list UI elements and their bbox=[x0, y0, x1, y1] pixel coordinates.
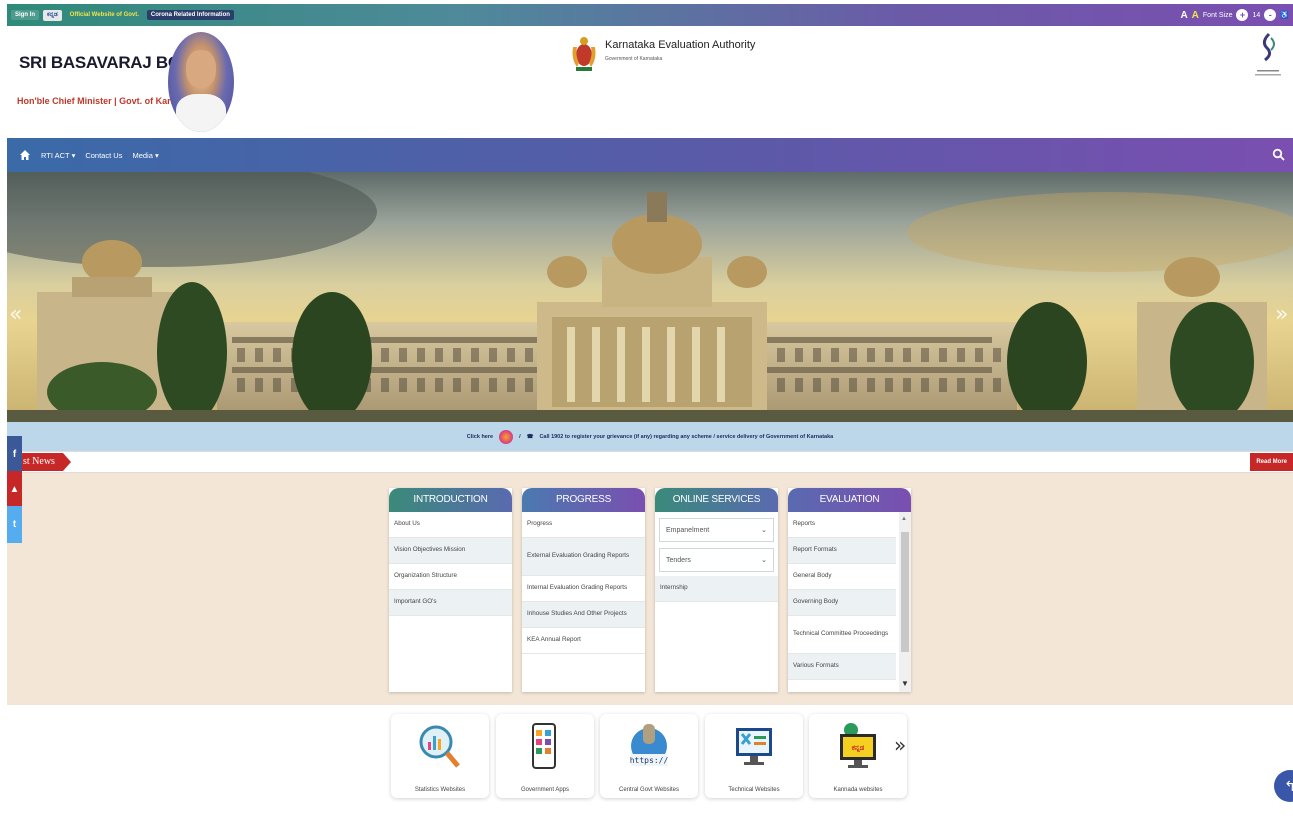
nav-rti-act[interactable]: RTI ACT ▾ bbox=[41, 151, 75, 160]
card-link-vision[interactable]: Vision Objectives Mission bbox=[389, 538, 512, 564]
card-link-report-formats[interactable]: Report Formats bbox=[788, 538, 896, 564]
scroll-up-icon[interactable]: ▲ bbox=[901, 516, 907, 522]
grievance-app-icon[interactable] bbox=[499, 429, 514, 444]
font-size-label: Font Size bbox=[1202, 11, 1233, 19]
click-here-link[interactable]: Click here bbox=[467, 434, 493, 440]
tile-central-govt-websites[interactable]: https:// Central Govt Websites bbox=[600, 714, 698, 798]
evaluation-scrollbar[interactable]: ▲ ▼ bbox=[899, 512, 911, 692]
nav-contact-us[interactable]: Contact Us bbox=[85, 151, 122, 160]
progress-card: PROGRESS Progress External Evaluation Gr… bbox=[522, 488, 645, 692]
tenders-dropdown[interactable]: Tenders ⌄ bbox=[659, 548, 774, 572]
kea-title: Karnataka Evaluation Authority bbox=[605, 39, 756, 51]
home-icon[interactable] bbox=[19, 149, 31, 161]
card-link-governing-body[interactable]: Governing Body bbox=[788, 590, 896, 616]
chevron-down-icon: ⌄ bbox=[761, 557, 767, 564]
https-globe-icon: https:// bbox=[630, 724, 669, 766]
empanelment-label: Empanelment bbox=[666, 526, 710, 534]
search-icon[interactable] bbox=[1272, 148, 1285, 161]
card-link-about-us[interactable]: About Us bbox=[389, 512, 512, 538]
hero-banner: « » bbox=[7, 172, 1293, 422]
monitor-tools-icon bbox=[736, 728, 772, 765]
news-ticker: st News Read More bbox=[7, 451, 1293, 473]
card-link-internship[interactable]: Internship bbox=[655, 576, 778, 602]
tile-government-apps[interactable]: Government Apps bbox=[496, 714, 594, 798]
font-decrease-button[interactable]: - bbox=[1264, 9, 1277, 21]
evaluation-header: EVALUATION bbox=[788, 488, 911, 512]
tile-label: Technical Websites bbox=[728, 787, 780, 793]
evaluation-card: EVALUATION Reports Report Formats Genera… bbox=[788, 488, 911, 692]
card-link-important-gos[interactable]: Important GO's bbox=[389, 590, 512, 616]
kannada-language-link[interactable]: ಕನ್ನಡ bbox=[43, 9, 62, 21]
font-size-controls: A A Font Size + 14 - ♿ bbox=[1180, 9, 1289, 21]
main-content-panel bbox=[7, 473, 1293, 705]
card-link-inhouse-studies[interactable]: Inhouse Studies And Other Projects bbox=[522, 602, 645, 628]
tile-label: Government Apps bbox=[520, 787, 570, 793]
kea-logo-icon bbox=[1255, 32, 1281, 76]
contrast-normal-button[interactable]: A bbox=[1180, 10, 1187, 21]
twitter-icon[interactable]: t bbox=[7, 506, 22, 543]
online-services-header: ONLINE SERVICES bbox=[655, 488, 778, 512]
top-utility-bar: Sign In ಕನ್ನಡ Official Website of Govt. … bbox=[7, 4, 1293, 26]
card-link-progress[interactable]: Progress bbox=[522, 512, 645, 538]
official-website-link[interactable]: Official Website of Govt. bbox=[66, 10, 143, 20]
card-link-organization[interactable]: Organization Structure bbox=[389, 564, 512, 590]
card-link-reports[interactable]: Reports bbox=[788, 512, 896, 538]
carousel-next-button[interactable]: » bbox=[894, 733, 906, 757]
card-link-various-formats[interactable]: Various Formats bbox=[788, 654, 896, 680]
kannada-tile-text: ಕನ್ನಡ bbox=[852, 744, 865, 753]
tile-statistics-websites[interactable]: Statistics Websites bbox=[391, 714, 489, 798]
phone-icon: ☎ bbox=[526, 433, 534, 440]
statistics-icon bbox=[419, 725, 460, 768]
cm-photo bbox=[168, 32, 234, 132]
accessibility-icon[interactable]: ♿ bbox=[1280, 11, 1289, 19]
kannada-monitor-icon: ಕನ್ನಡ bbox=[840, 723, 876, 768]
font-increase-button[interactable]: + bbox=[1236, 9, 1249, 21]
read-more-button[interactable]: Read More bbox=[1250, 453, 1293, 471]
introduction-card: INTRODUCTION About Us Vision Objectives … bbox=[389, 488, 512, 692]
tile-technical-websites[interactable]: Technical Websites bbox=[705, 714, 803, 798]
nav-media[interactable]: Media ▾ bbox=[132, 151, 158, 160]
corona-info-link[interactable]: Corona Related Information bbox=[146, 10, 234, 20]
kea-subtitle: Government of Karnataka bbox=[605, 56, 663, 62]
card-link-annual-report[interactable]: KEA Annual Report bbox=[522, 628, 645, 654]
font-size-value: 14 bbox=[1252, 11, 1261, 19]
sign-in-link[interactable]: Sign In bbox=[11, 10, 39, 20]
contrast-high-button[interactable]: A bbox=[1192, 10, 1199, 21]
introduction-header: INTRODUCTION bbox=[389, 488, 512, 512]
card-link-technical-committee[interactable]: Technical Committee Proceedings bbox=[788, 616, 896, 654]
mobile-apps-icon bbox=[532, 723, 556, 769]
online-services-card: ONLINE SERVICES Empanelment ⌄ Tenders ⌄ In… bbox=[655, 488, 778, 692]
back-to-top-icon[interactable]: ↰ bbox=[1274, 770, 1293, 802]
tile-kannada-websites[interactable]: ಕನ್ನಡ Kannada websites bbox=[809, 714, 907, 798]
grievance-strip: Click here / ☎ Call 1902 to register you… bbox=[7, 422, 1293, 451]
banner-prev-button[interactable]: « bbox=[9, 302, 22, 327]
site-header: SRI BASAVARAJ BOMMAI Hon'ble Chief Minis… bbox=[7, 26, 1293, 138]
grievance-call-text: Call 1902 to register your grievance (if… bbox=[539, 433, 834, 440]
tenders-label: Tenders bbox=[666, 556, 691, 564]
tile-label: Kannada websites bbox=[833, 787, 883, 793]
grievance-separator: / bbox=[519, 433, 521, 440]
tile-label: Central Govt Websites bbox=[619, 787, 679, 793]
youtube-icon[interactable]: ▲ bbox=[7, 471, 22, 508]
card-link-internal-grading[interactable]: Internal Evaluation Grading Reports bbox=[522, 576, 645, 602]
empanelment-dropdown[interactable]: Empanelment ⌄ bbox=[659, 518, 774, 542]
main-navigation: RTI ACT ▾ Contact Us Media ▾ bbox=[7, 138, 1293, 172]
card-link-external-grading[interactable]: External Evaluation Grading Reports bbox=[522, 538, 645, 576]
banner-next-button[interactable]: » bbox=[1275, 302, 1288, 327]
scroll-down-icon[interactable]: ▼ bbox=[901, 679, 909, 688]
card-link-general-body[interactable]: General Body bbox=[788, 564, 896, 590]
vidhana-soudha-image bbox=[7, 172, 1293, 422]
tile-label: Statistics Websites bbox=[414, 787, 466, 793]
https-text: https:// bbox=[630, 756, 669, 765]
karnataka-emblem-icon[interactable] bbox=[569, 33, 599, 73]
chevron-down-icon: ⌄ bbox=[761, 527, 767, 534]
facebook-icon[interactable]: f bbox=[7, 436, 22, 473]
progress-header: PROGRESS bbox=[522, 488, 645, 512]
